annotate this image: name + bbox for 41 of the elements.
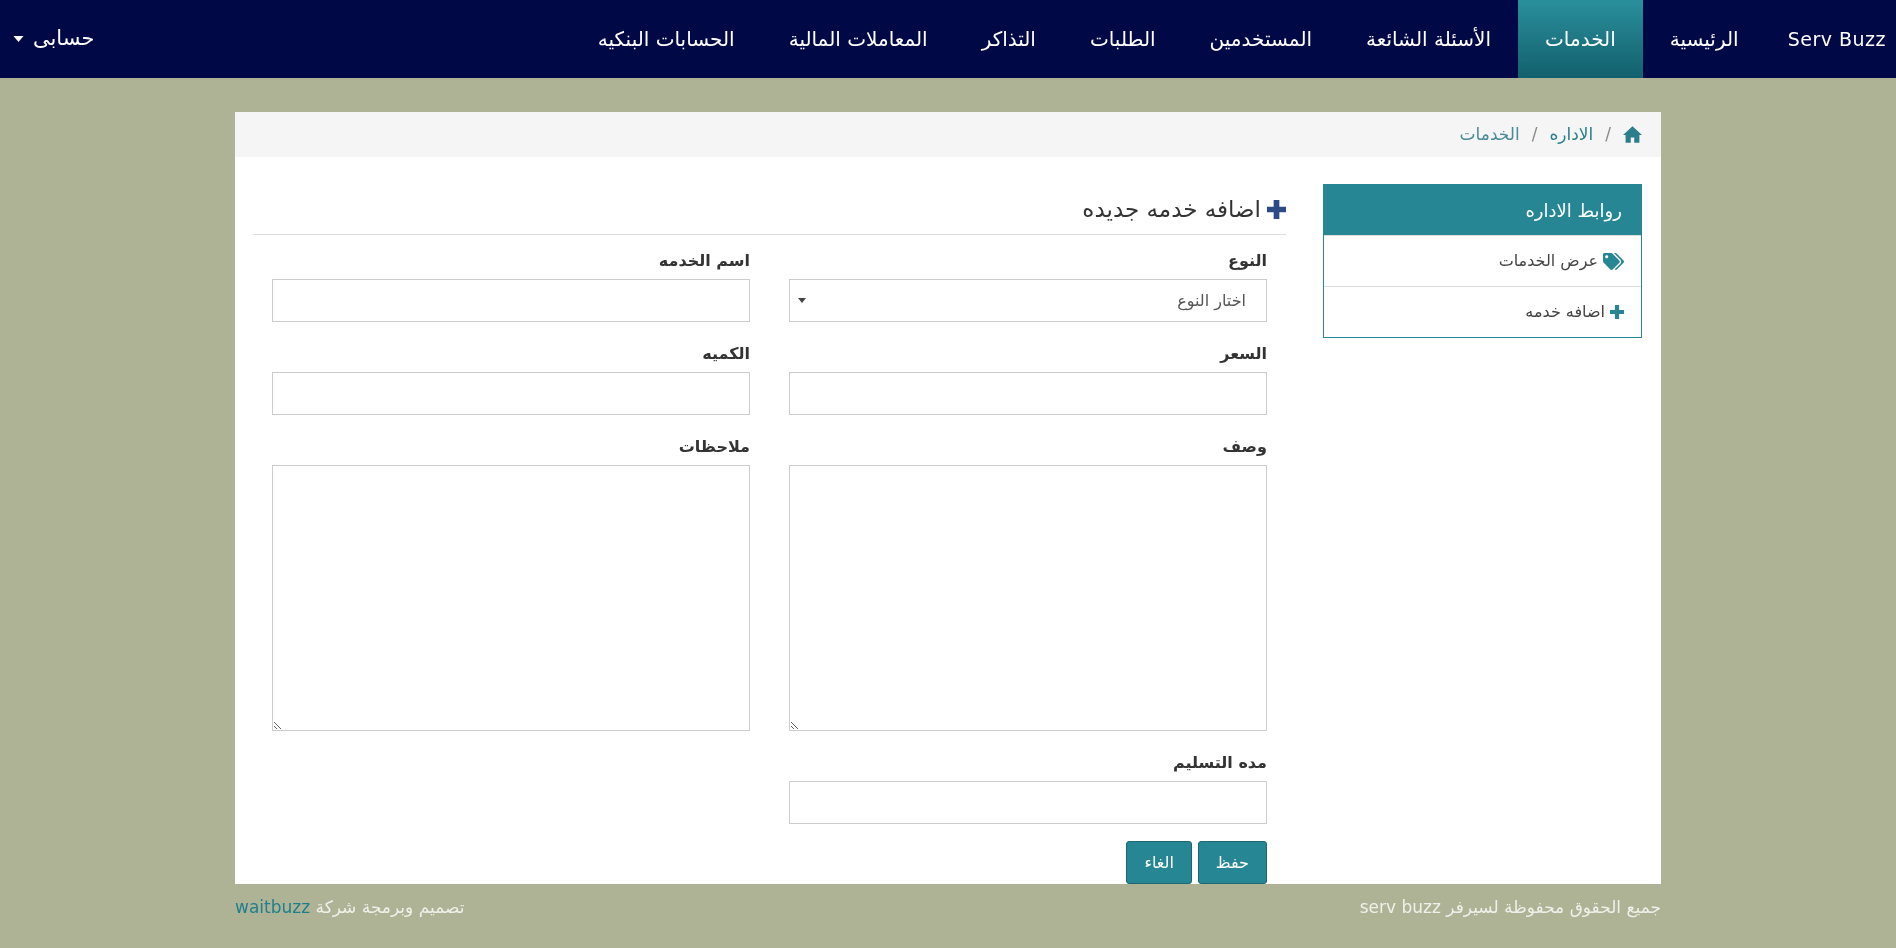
form-title: اضافه خدمه جديده	[1082, 194, 1261, 224]
nav-link[interactable]: الخدمات	[1518, 0, 1643, 78]
field-label: الكميه	[701, 344, 750, 364]
text-area[interactable]	[789, 465, 1267, 731]
breadcrumb-separator: /	[1605, 122, 1611, 146]
text-input[interactable]	[272, 279, 750, 322]
tags-icon	[1603, 252, 1624, 270]
breadcrumb-current: الخدمات	[1459, 122, 1520, 146]
plus-icon	[1610, 305, 1624, 319]
nav-link[interactable]: الحسابات البنكيه	[570, 0, 762, 78]
brand-link[interactable]: Serv Buzz	[1765, 0, 1896, 78]
panel-heading: روابط الاداره	[1324, 185, 1641, 235]
account-menu[interactable]: حسابى	[0, 0, 95, 78]
text-input[interactable]	[789, 781, 1267, 824]
nav-link[interactable]: التذاكر	[954, 0, 1063, 78]
copyright-text: جميع الحقوق محفوظة لسيرفر serv buzz	[1359, 896, 1661, 918]
breadcrumb-separator: /	[1531, 122, 1538, 146]
text-area[interactable]	[272, 465, 750, 731]
field-label: ملاحظات	[677, 437, 750, 457]
field-label: السعر	[1218, 344, 1267, 364]
plus-icon	[1267, 199, 1286, 219]
caret-icon	[798, 298, 806, 303]
nav-link[interactable]: الأسئلة الشائعة	[1339, 0, 1519, 78]
text-input[interactable]	[272, 372, 750, 415]
field-label: النوع	[1227, 251, 1267, 271]
field-label: وصف	[1221, 437, 1267, 457]
nav-link[interactable]: الرئيسية	[1642, 0, 1766, 78]
type-select[interactable]: اختار النوع	[789, 279, 1267, 322]
nav-link[interactable]: الطلبات	[1062, 0, 1183, 78]
breadcrumb-link[interactable]: الاداره	[1549, 121, 1594, 148]
form-button[interactable]: الغاء	[1126, 841, 1192, 884]
nav-link[interactable]: المستخدمين	[1182, 0, 1340, 78]
caret-icon	[13, 36, 24, 42]
field-label: مده التسليم	[1171, 753, 1267, 773]
nav-link[interactable]: المعاملات المالية	[761, 0, 955, 78]
sidebar-link[interactable]: اضافه خدمه	[1324, 286, 1641, 337]
text-input[interactable]	[789, 372, 1267, 415]
sidebar-link[interactable]: عرض الخدمات	[1324, 235, 1641, 286]
home-icon[interactable]	[1623, 126, 1642, 143]
form-button[interactable]: حفظ	[1197, 841, 1267, 884]
field-label: اسم الخدمه	[657, 251, 750, 271]
